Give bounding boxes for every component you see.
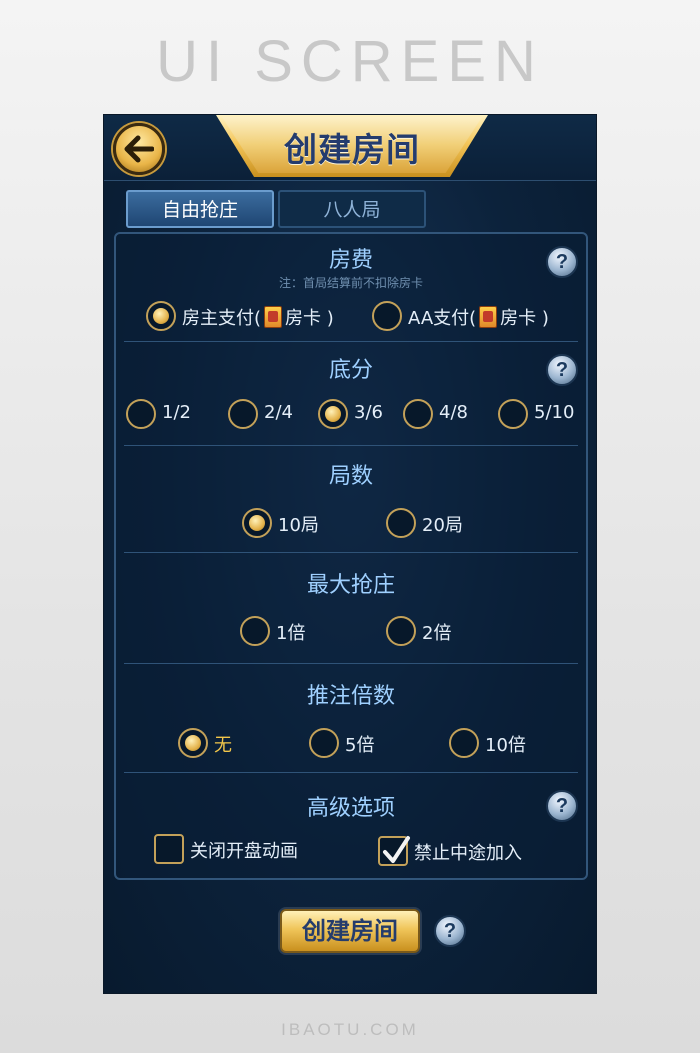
- radio-circle[interactable]: [372, 301, 402, 331]
- back-button[interactable]: [113, 123, 165, 175]
- tab-free-banker[interactable]: 自由抢庄: [126, 190, 274, 228]
- checkbox-box[interactable]: [378, 836, 410, 866]
- divider: [124, 772, 578, 773]
- radio-label: AA支付( 房卡 ): [408, 304, 549, 330]
- radio-label: 3/6: [354, 402, 383, 423]
- advanced-title: 高级选项: [306, 796, 395, 821]
- radio-circle[interactable]: [386, 616, 416, 646]
- owner-pay-suffix: 房卡 ): [285, 308, 334, 329]
- radio-label: 2倍: [422, 623, 452, 644]
- radio-circle[interactable]: [386, 508, 416, 538]
- create-room-button[interactable]: 创建房间: [280, 909, 420, 953]
- advanced-help-button[interactable]: ?: [546, 790, 578, 822]
- radio-label: 5/10: [534, 402, 575, 423]
- radio-label: 无: [214, 735, 232, 756]
- radio-circle[interactable]: [242, 508, 272, 538]
- settings-panel: 房费 ? 注：首局结算前不扣除房卡 房主支付( 房卡 ) AA支付( 房卡 ) 底分…: [114, 232, 588, 880]
- tab-eight-players[interactable]: 八人局: [278, 190, 426, 228]
- radio-label: 10倍: [485, 735, 526, 756]
- radio-label: 20局: [422, 515, 463, 536]
- banner-title: UI SCREEN: [156, 29, 544, 94]
- radio-circle[interactable]: [309, 728, 339, 758]
- radio-circle[interactable]: [126, 399, 156, 429]
- radio-label: 1倍: [276, 623, 306, 644]
- radio-label: 房主支付( 房卡 ): [182, 304, 334, 330]
- checkbox-label: 关闭开盘动画: [190, 841, 298, 862]
- checkbox-label: 禁止中途加入: [414, 843, 522, 864]
- base-score-help-button[interactable]: ?: [546, 354, 578, 386]
- divider: [124, 445, 578, 446]
- radio-label: 10局: [278, 515, 319, 536]
- divider: [124, 552, 578, 553]
- owner-pay-prefix: 房主支付(: [182, 308, 262, 329]
- arrow-left-icon: [124, 135, 154, 163]
- radio-circle[interactable]: [403, 399, 433, 429]
- rounds-title: 局数: [328, 464, 373, 489]
- radio-circle[interactable]: [240, 616, 270, 646]
- radio-label: 1/2: [162, 402, 191, 423]
- create-help-button[interactable]: ?: [434, 915, 466, 947]
- radio-circle[interactable]: [449, 728, 479, 758]
- radio-circle[interactable]: [228, 399, 258, 429]
- radio-circle[interactable]: [318, 399, 348, 429]
- radio-label: 2/4: [264, 402, 293, 423]
- radio-label: 4/8: [439, 402, 468, 423]
- bet-multiplier-title: 推注倍数: [306, 684, 395, 709]
- radio-circle[interactable]: [146, 301, 176, 331]
- phone-screen: 创建房间 自由抢庄 八人局 房费 ? 注：首局结算前不扣除房卡 房主支付( 房卡 …: [103, 114, 597, 994]
- checkbox-box[interactable]: [154, 834, 184, 864]
- room-card-icon: [264, 306, 283, 328]
- divider: [124, 341, 578, 342]
- header-bar: 创建房间: [104, 115, 596, 181]
- aa-pay-prefix: AA支付(: [408, 308, 477, 329]
- page-title: 创建房间: [284, 130, 420, 169]
- aa-pay-suffix: 房卡 ): [500, 308, 549, 329]
- max-banker-title: 最大抢庄: [306, 573, 395, 598]
- divider: [124, 663, 578, 664]
- room-fee-title: 房费: [328, 248, 373, 273]
- tab-bar: 自由抢庄 八人局: [126, 190, 426, 228]
- radio-label: 5倍: [345, 735, 375, 756]
- banner-footer: IBAOTU.COM: [281, 1020, 419, 1039]
- checkmark-icon: [383, 836, 410, 863]
- base-score-title: 底分: [328, 358, 373, 383]
- room-fee-note: 注：首局结算前不扣除房卡: [278, 276, 423, 290]
- radio-circle[interactable]: [498, 399, 528, 429]
- room-card-icon: [479, 306, 498, 328]
- radio-circle[interactable]: [178, 728, 208, 758]
